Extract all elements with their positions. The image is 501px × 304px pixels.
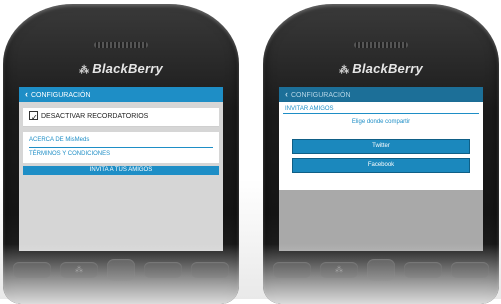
back-key[interactable]	[144, 262, 182, 278]
earpiece-speaker	[354, 42, 408, 48]
page-title: CONFIGURACIÓN	[291, 92, 351, 99]
reminders-label: DESACTIVAR RECORDATORIOS	[41, 113, 149, 120]
earpiece-speaker	[94, 42, 148, 48]
trackpad[interactable]	[107, 259, 135, 281]
brand-name: BlackBerry	[92, 61, 163, 76]
call-key[interactable]	[273, 262, 311, 278]
phone-right: ⁂ BlackBerry ‹ CONFIGURACIÓN INVITAR AMIGO…	[263, 4, 499, 304]
links-panel: ACERCA DE MisMeds TÉRMINOS Y CONDICIONES	[23, 132, 219, 163]
back-chevron-icon: ‹	[285, 89, 288, 99]
call-key[interactable]	[13, 262, 51, 278]
blackberry-logo-icon: ⁂	[79, 65, 90, 76]
brand-logo: ⁂ BlackBerry	[263, 61, 499, 76]
end-key[interactable]	[191, 262, 229, 278]
settings-panel: ✓ DESACTIVAR RECORDATORIOS	[23, 108, 219, 127]
end-key[interactable]	[451, 262, 489, 278]
share-dialog: INVITAR AMIGOS Elige donde compartir Twi…	[279, 102, 483, 190]
checkmark-icon: ✓	[31, 112, 38, 122]
blackberry-logo-icon: ⁂	[339, 65, 350, 76]
reminders-toggle-row[interactable]: ✓ DESACTIVAR RECORDATORIOS	[23, 108, 219, 127]
reminders-checkbox[interactable]: ✓	[29, 110, 38, 122]
about-link[interactable]: ACERCA DE MisMeds	[23, 134, 219, 147]
title-bar: ‹ CONFIGURACIÓN	[279, 87, 483, 102]
page-title: CONFIGURACIÓN	[31, 92, 91, 99]
hardware-keys: ⁂	[13, 259, 229, 281]
phone-left: ⁂ BlackBerry ‹ CONFIGURACIÓN ✓ DESACTIVAR R…	[3, 4, 239, 304]
title-bar[interactable]: ‹ CONFIGURACIÓN	[19, 87, 223, 102]
menu-key[interactable]: ⁂	[60, 262, 98, 278]
back-chevron-icon[interactable]: ‹	[25, 89, 28, 99]
back-key[interactable]	[404, 262, 442, 278]
dialog-subtitle: Elige donde compartir	[351, 119, 411, 125]
invite-friends-button[interactable]: INVITA A TUS AMIGOS	[23, 166, 219, 175]
dialog-title: INVITAR AMIGOS	[285, 106, 334, 112]
dimmed-overlay	[279, 190, 483, 251]
brand-logo: ⁂ BlackBerry	[3, 61, 239, 76]
screen-share-dialog: ‹ CONFIGURACIÓN INVITAR AMIGOS Elige dond…	[279, 87, 483, 251]
divider	[283, 113, 479, 114]
twitter-button[interactable]: Twitter	[292, 139, 470, 154]
facebook-button[interactable]: Facebook	[292, 158, 470, 173]
hardware-keys: ⁂	[273, 259, 489, 281]
trackpad[interactable]	[367, 259, 395, 281]
screen-settings: ‹ CONFIGURACIÓN ✓ DESACTIVAR RECORDATORIOS…	[19, 87, 223, 251]
brand-name: BlackBerry	[352, 61, 423, 76]
terms-link[interactable]: TÉRMINOS Y CONDICIONES	[23, 148, 219, 161]
menu-key[interactable]: ⁂	[320, 262, 358, 278]
